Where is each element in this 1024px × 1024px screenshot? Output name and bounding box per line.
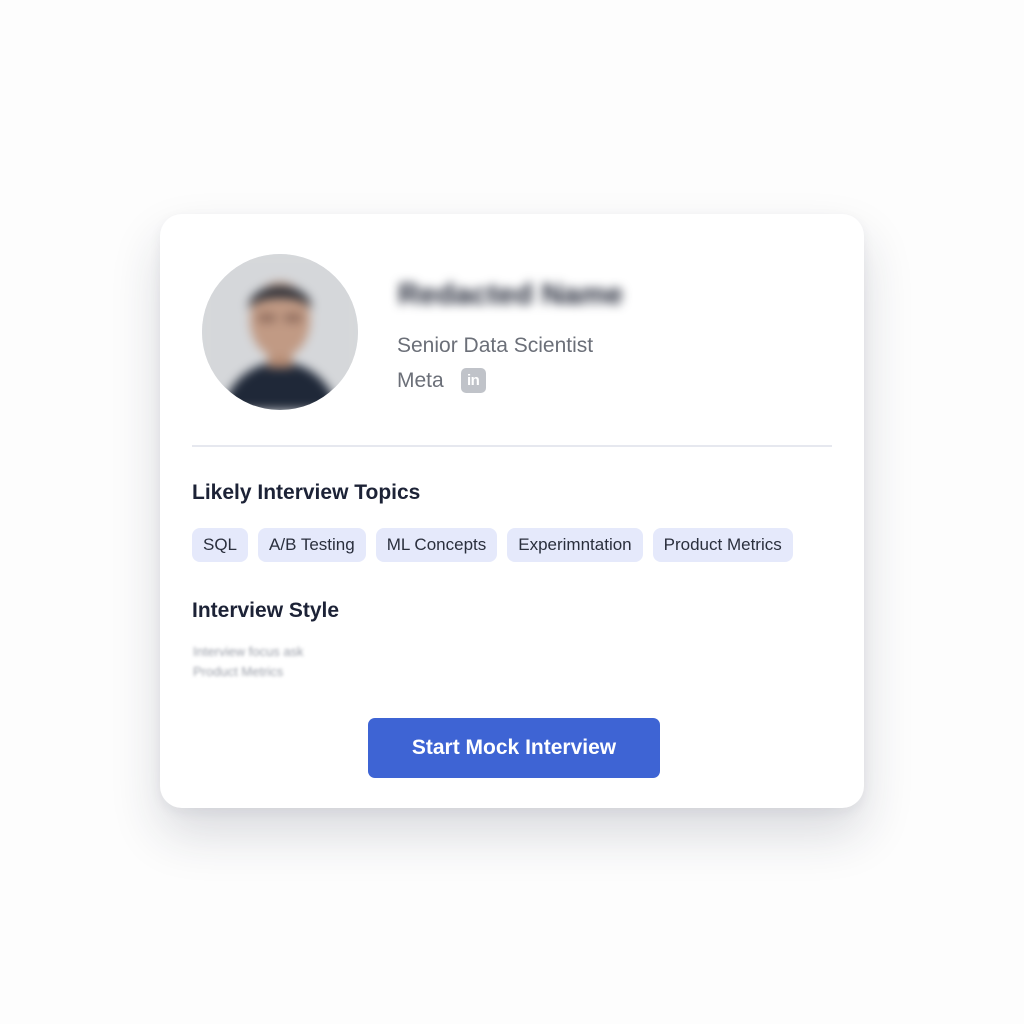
start-mock-interview-button[interactable]: Start Mock Interview bbox=[368, 718, 660, 778]
avatar bbox=[202, 254, 358, 410]
topic-chip-ab-testing[interactable]: A/B Testing bbox=[258, 528, 366, 562]
interview-style-line: Interview focus ask bbox=[193, 644, 304, 659]
interview-style-line: Product Metrics bbox=[193, 664, 284, 679]
divider bbox=[192, 445, 832, 447]
topic-chip-experimentation[interactable]: Experimntation bbox=[507, 528, 643, 562]
linkedin-icon[interactable]: in bbox=[460, 368, 486, 393]
topics-heading: Likely Interview Topics bbox=[192, 481, 421, 504]
avatar-photo bbox=[202, 254, 358, 410]
topic-chip-product-metrics[interactable]: Product Metrics bbox=[652, 528, 793, 562]
company-row: Meta in bbox=[397, 368, 486, 393]
profile-name: Redacted Name bbox=[398, 278, 624, 311]
profile-card: Redacted Name Senior Data Scientist Meta… bbox=[160, 214, 864, 808]
topic-chip-ml-concepts[interactable]: ML Concepts bbox=[375, 528, 498, 562]
interview-style-heading: Interview Style bbox=[192, 599, 340, 622]
topic-chip-sql[interactable]: SQL bbox=[192, 528, 249, 562]
interview-style-description: Interview focus ask Product Metrics bbox=[193, 642, 304, 682]
profile-job-title: Senior Data Scientist bbox=[397, 334, 594, 357]
topic-chip-list: SQL A/B Testing ML Concepts Experimntati… bbox=[192, 528, 793, 562]
profile-company: Meta bbox=[397, 368, 444, 392]
